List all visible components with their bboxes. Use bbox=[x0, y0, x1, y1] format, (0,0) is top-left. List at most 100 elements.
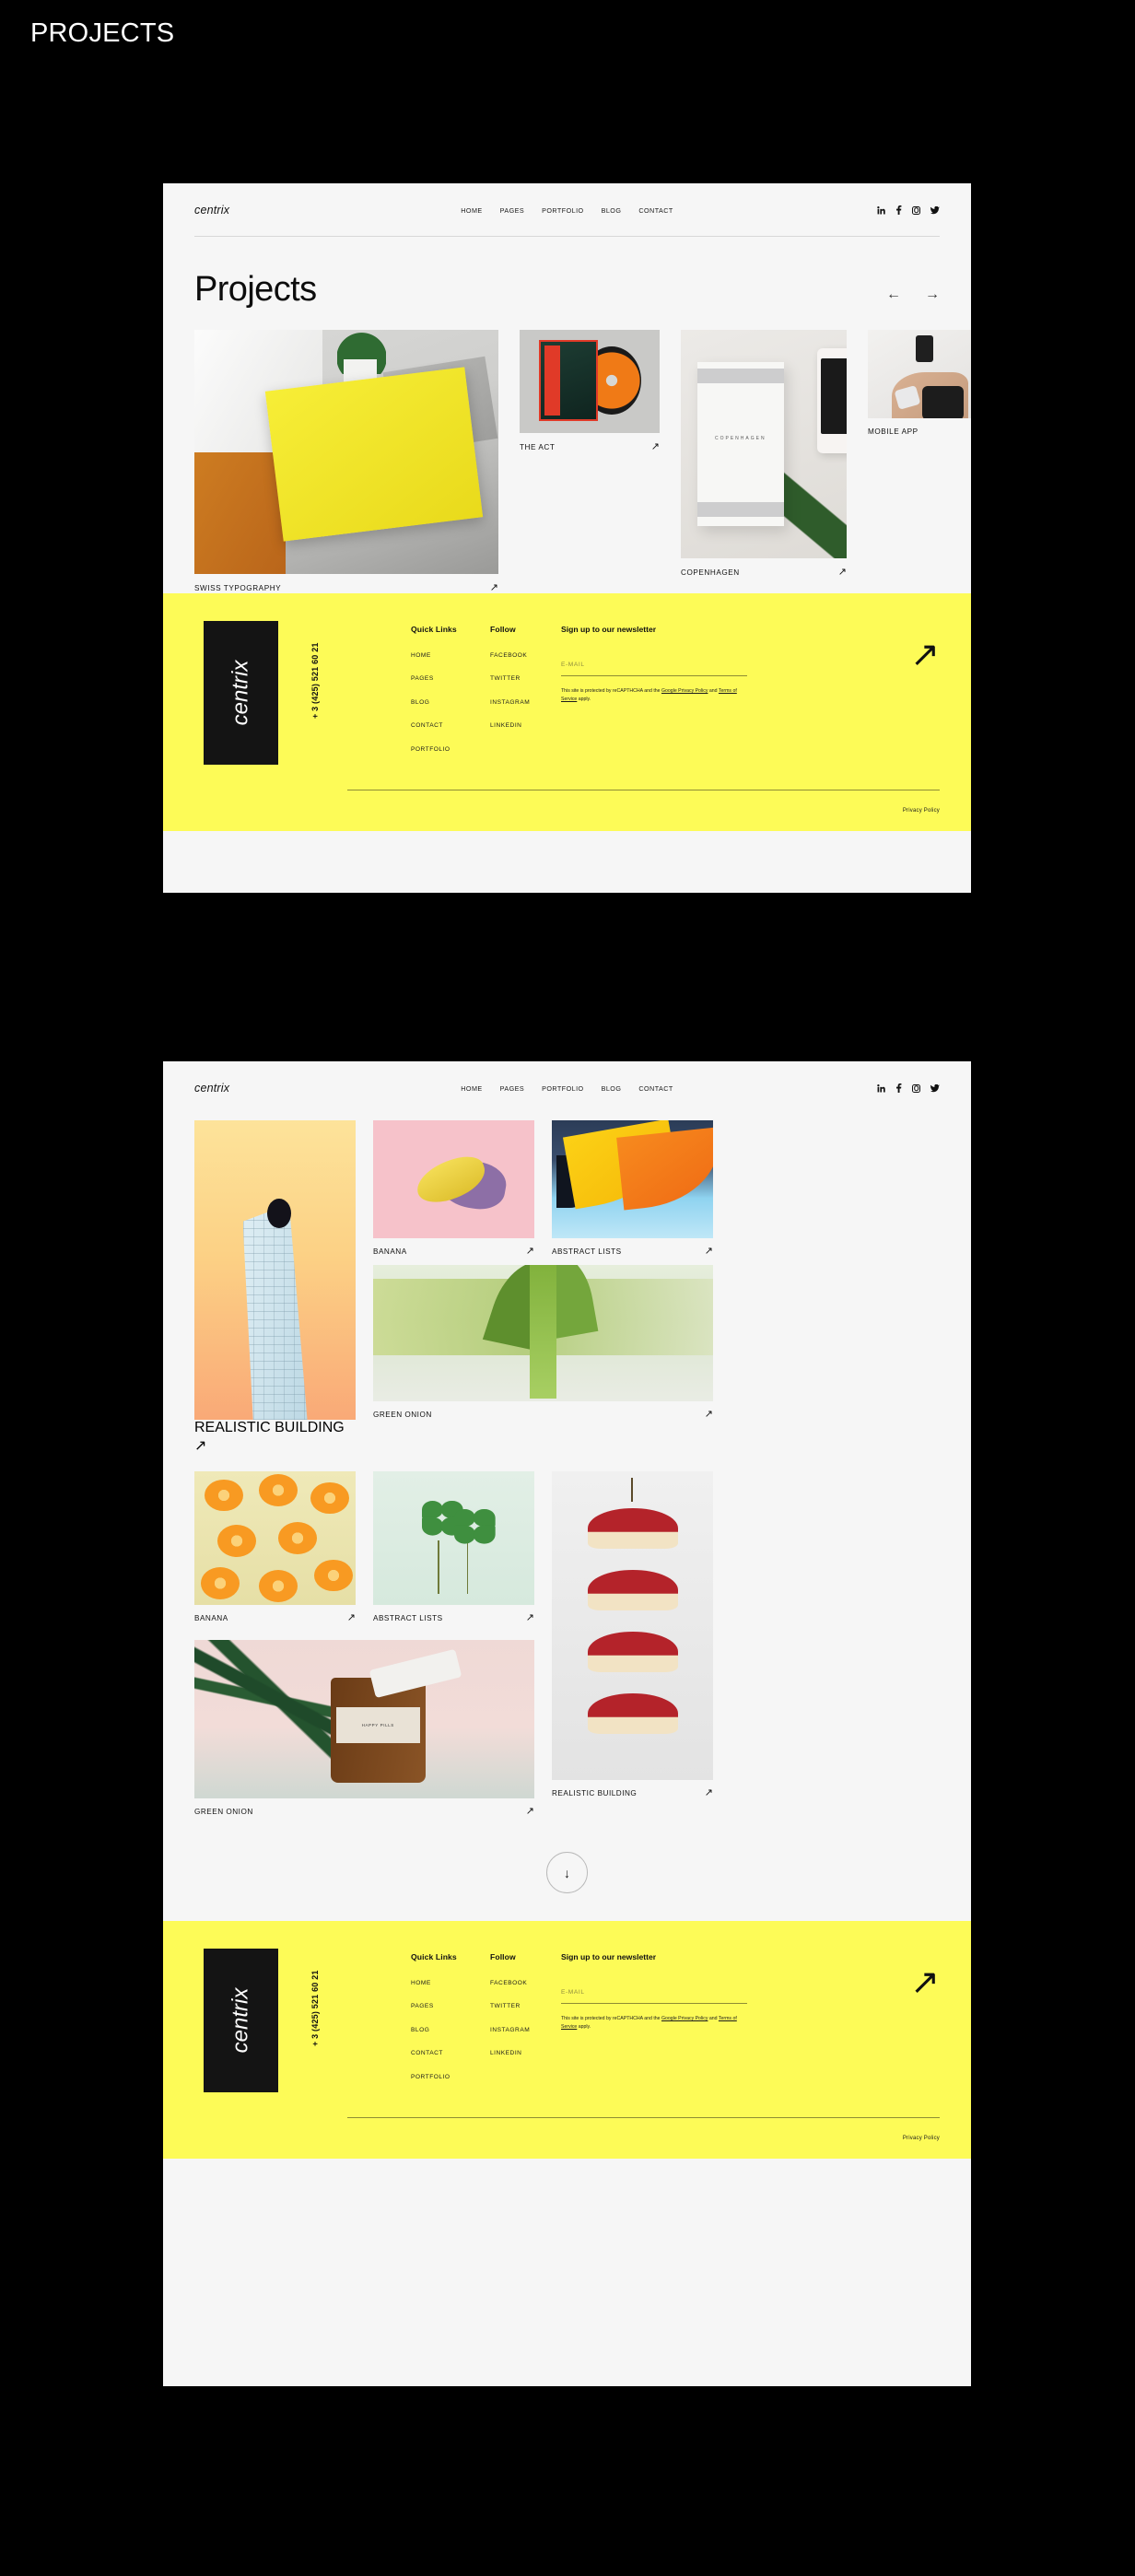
recaptcha-prefix: This site is protected by reCAPTHCHA and… bbox=[561, 688, 661, 694]
project-caption: THE ACT bbox=[520, 443, 556, 451]
newsletter-title: Sign up to our newsletter bbox=[561, 625, 657, 634]
google-privacy-policy-link[interactable]: Google Privacy Policy bbox=[661, 688, 708, 694]
footer-social-twitter[interactable]: TWITTER bbox=[490, 675, 521, 682]
gallery-item-abstract-lists-2[interactable]: ABSTRACT LISTS ↗ bbox=[373, 1471, 534, 1623]
newsletter-email-input[interactable] bbox=[561, 1989, 747, 1996]
artwork-copenhagen-label: COPENHAGEN bbox=[715, 436, 766, 442]
project-caption: BANANA bbox=[194, 1614, 228, 1622]
gallery-item-green-onion[interactable]: GREEN ONION ↗ bbox=[373, 1265, 713, 1420]
footer-phone-text: + 3 (425) 521 60 21 bbox=[310, 1970, 320, 2046]
arrow-up-right-icon[interactable]: ↗ bbox=[526, 1613, 534, 1623]
recaptcha-prefix: This site is protected by reCAPTHCHA and… bbox=[561, 2016, 661, 2021]
footer-link-portfolio[interactable]: PORTFOLIO bbox=[411, 2074, 450, 2080]
project-card-the-act[interactable]: THE ACT ↗ bbox=[520, 330, 660, 452]
load-more-button[interactable]: ↓ bbox=[546, 1852, 588, 1893]
footer-link-pages[interactable]: PAGES bbox=[411, 2003, 434, 2009]
footer-logo-block: centrix bbox=[204, 1949, 278, 2092]
footer-social-linkedin[interactable]: LINKEDIN bbox=[490, 722, 521, 729]
gallery-item-abstract-lists[interactable]: ABSTRACT LISTS ↗ bbox=[552, 1120, 713, 1257]
facebook-icon[interactable] bbox=[895, 1083, 902, 1093]
instagram-icon[interactable] bbox=[912, 205, 920, 215]
newsletter-submit-arrow-icon[interactable]: ↗ bbox=[910, 1965, 940, 2000]
nav-item-pages[interactable]: PAGES bbox=[500, 206, 524, 215]
nav-item-portfolio[interactable]: PORTFOLIO bbox=[542, 206, 583, 215]
footer-social-instagram[interactable]: INSTAGRAM bbox=[490, 2027, 530, 2033]
footer-social-facebook[interactable]: FACEBOOK bbox=[490, 652, 527, 659]
google-privacy-policy-link[interactable]: Google Privacy Policy bbox=[661, 2016, 708, 2021]
arrow-up-right-icon[interactable]: ↗ bbox=[705, 1410, 713, 1420]
footer-link-portfolio[interactable]: PORTFOLIO bbox=[411, 746, 450, 753]
linkedin-icon[interactable] bbox=[877, 1083, 885, 1093]
brand-logo[interactable]: centrix bbox=[194, 1082, 229, 1095]
footer-privacy-policy-link[interactable]: Privacy Policy bbox=[903, 808, 940, 814]
project-caption: BANANA bbox=[373, 1247, 407, 1256]
footer-link-home[interactable]: HOME bbox=[411, 1980, 431, 1986]
site-footer: centrix + 3 (425) 521 60 21 Quick Links … bbox=[163, 593, 971, 831]
recaptcha-mid: and bbox=[708, 688, 719, 694]
newsletter-field[interactable] bbox=[561, 654, 747, 676]
brand-logo[interactable]: centrix bbox=[194, 204, 229, 217]
nav-item-blog[interactable]: BLOG bbox=[602, 1084, 622, 1093]
gallery-item-realistic-building[interactable]: REALISTIC BUILDING ↗ bbox=[194, 1120, 356, 1455]
footer-link-blog[interactable]: BLOG bbox=[411, 699, 429, 706]
project-thumbnail bbox=[520, 330, 660, 433]
footer-link-pages[interactable]: PAGES bbox=[411, 675, 434, 682]
carousel-next-arrow-icon[interactable]: → bbox=[925, 287, 940, 302]
twitter-icon[interactable] bbox=[930, 1083, 940, 1093]
project-meta: THE ACT ↗ bbox=[520, 433, 660, 452]
footer-social-twitter[interactable]: TWITTER bbox=[490, 2003, 521, 2009]
project-meta: REALISTIC BUILDING ↗ bbox=[194, 1420, 356, 1455]
arrow-up-right-icon[interactable]: ↗ bbox=[194, 1438, 206, 1454]
project-meta: MOBILE APP bbox=[868, 418, 971, 436]
project-card-copenhagen[interactable]: COPENHAGEN COPENHAGEN ↗ bbox=[681, 330, 847, 578]
project-caption: MOBILE APP bbox=[868, 427, 919, 436]
facebook-icon[interactable] bbox=[895, 205, 902, 215]
project-card-swiss-typography[interactable]: SWISS TYPOGRAPHY ↗ bbox=[194, 330, 498, 593]
gallery-item-green-onion-2[interactable]: HAPPY PILLS GREEN ONION ↗ bbox=[194, 1640, 534, 1817]
nav-item-contact[interactable]: CONTACT bbox=[638, 1084, 673, 1093]
footer-link-contact[interactable]: CONTACT bbox=[411, 2050, 443, 2056]
newsletter-email-input[interactable] bbox=[561, 662, 747, 668]
gallery-item-realistic-building-2[interactable]: REALISTIC BUILDING ↗ bbox=[552, 1471, 713, 1817]
project-thumbnail bbox=[552, 1471, 713, 1780]
arrow-up-right-icon[interactable]: ↗ bbox=[705, 1247, 713, 1257]
linkedin-icon[interactable] bbox=[877, 205, 885, 215]
footer-social-instagram[interactable]: INSTAGRAM bbox=[490, 699, 530, 706]
nav-item-blog[interactable]: BLOG bbox=[602, 206, 622, 215]
footer-link-blog[interactable]: BLOG bbox=[411, 2027, 429, 2033]
footer-quick-links: Quick Links HOME PAGES BLOG CONTACT PORT… bbox=[411, 625, 457, 762]
arrow-up-right-icon[interactable]: ↗ bbox=[705, 1788, 713, 1798]
arrow-up-right-icon[interactable]: ↗ bbox=[526, 1807, 534, 1817]
arrow-up-right-icon[interactable]: ↗ bbox=[347, 1613, 356, 1623]
carousel-prev-arrow-icon[interactable]: ← bbox=[886, 287, 901, 302]
social-links bbox=[877, 1083, 940, 1093]
nav-item-portfolio[interactable]: PORTFOLIO bbox=[542, 1084, 583, 1093]
nav-item-home[interactable]: HOME bbox=[461, 1084, 482, 1093]
footer-privacy-policy-link[interactable]: Privacy Policy bbox=[903, 2136, 940, 2141]
instagram-icon[interactable] bbox=[912, 1083, 920, 1093]
arrow-up-right-icon[interactable]: ↗ bbox=[838, 568, 847, 578]
social-links bbox=[877, 205, 940, 215]
arrow-up-right-icon[interactable]: ↗ bbox=[651, 442, 660, 452]
arrow-up-right-icon[interactable]: ↗ bbox=[526, 1247, 534, 1257]
footer-social-facebook[interactable]: FACEBOOK bbox=[490, 1980, 527, 1986]
gallery-item-banana[interactable]: BANANA ↗ bbox=[373, 1120, 534, 1257]
footer-link-contact[interactable]: CONTACT bbox=[411, 722, 443, 729]
arrow-up-right-icon[interactable]: ↗ bbox=[490, 583, 498, 593]
newsletter-title: Sign up to our newsletter bbox=[561, 1952, 657, 1961]
project-thumbnail bbox=[373, 1265, 713, 1401]
nav-item-home[interactable]: HOME bbox=[461, 206, 482, 215]
footer-follow: Follow FACEBOOK TWITTER INSTAGRAM LINKED… bbox=[490, 625, 530, 739]
footer-link-home[interactable]: HOME bbox=[411, 652, 431, 659]
twitter-icon[interactable] bbox=[930, 205, 940, 215]
nav-item-pages[interactable]: PAGES bbox=[500, 1084, 524, 1093]
projects-gallery: REALISTIC BUILDING ↗ BANANA ↗ ABSTRACT L… bbox=[163, 1115, 971, 1921]
footer-social-linkedin[interactable]: LINKEDIN bbox=[490, 2050, 521, 2056]
project-card-mobile-app[interactable]: MOBILE APP bbox=[868, 330, 971, 436]
gallery-item-banana-2[interactable]: BANANA ↗ bbox=[194, 1471, 356, 1623]
newsletter-field[interactable] bbox=[561, 1982, 747, 2004]
project-meta: BANANA ↗ bbox=[373, 1238, 534, 1257]
nav-item-contact[interactable]: CONTACT bbox=[638, 206, 673, 215]
newsletter-submit-arrow-icon[interactable]: ↗ bbox=[910, 638, 940, 673]
projects-carousel[interactable]: SWISS TYPOGRAPHY ↗ THE ACT ↗ COPENHAGEN … bbox=[163, 330, 971, 593]
